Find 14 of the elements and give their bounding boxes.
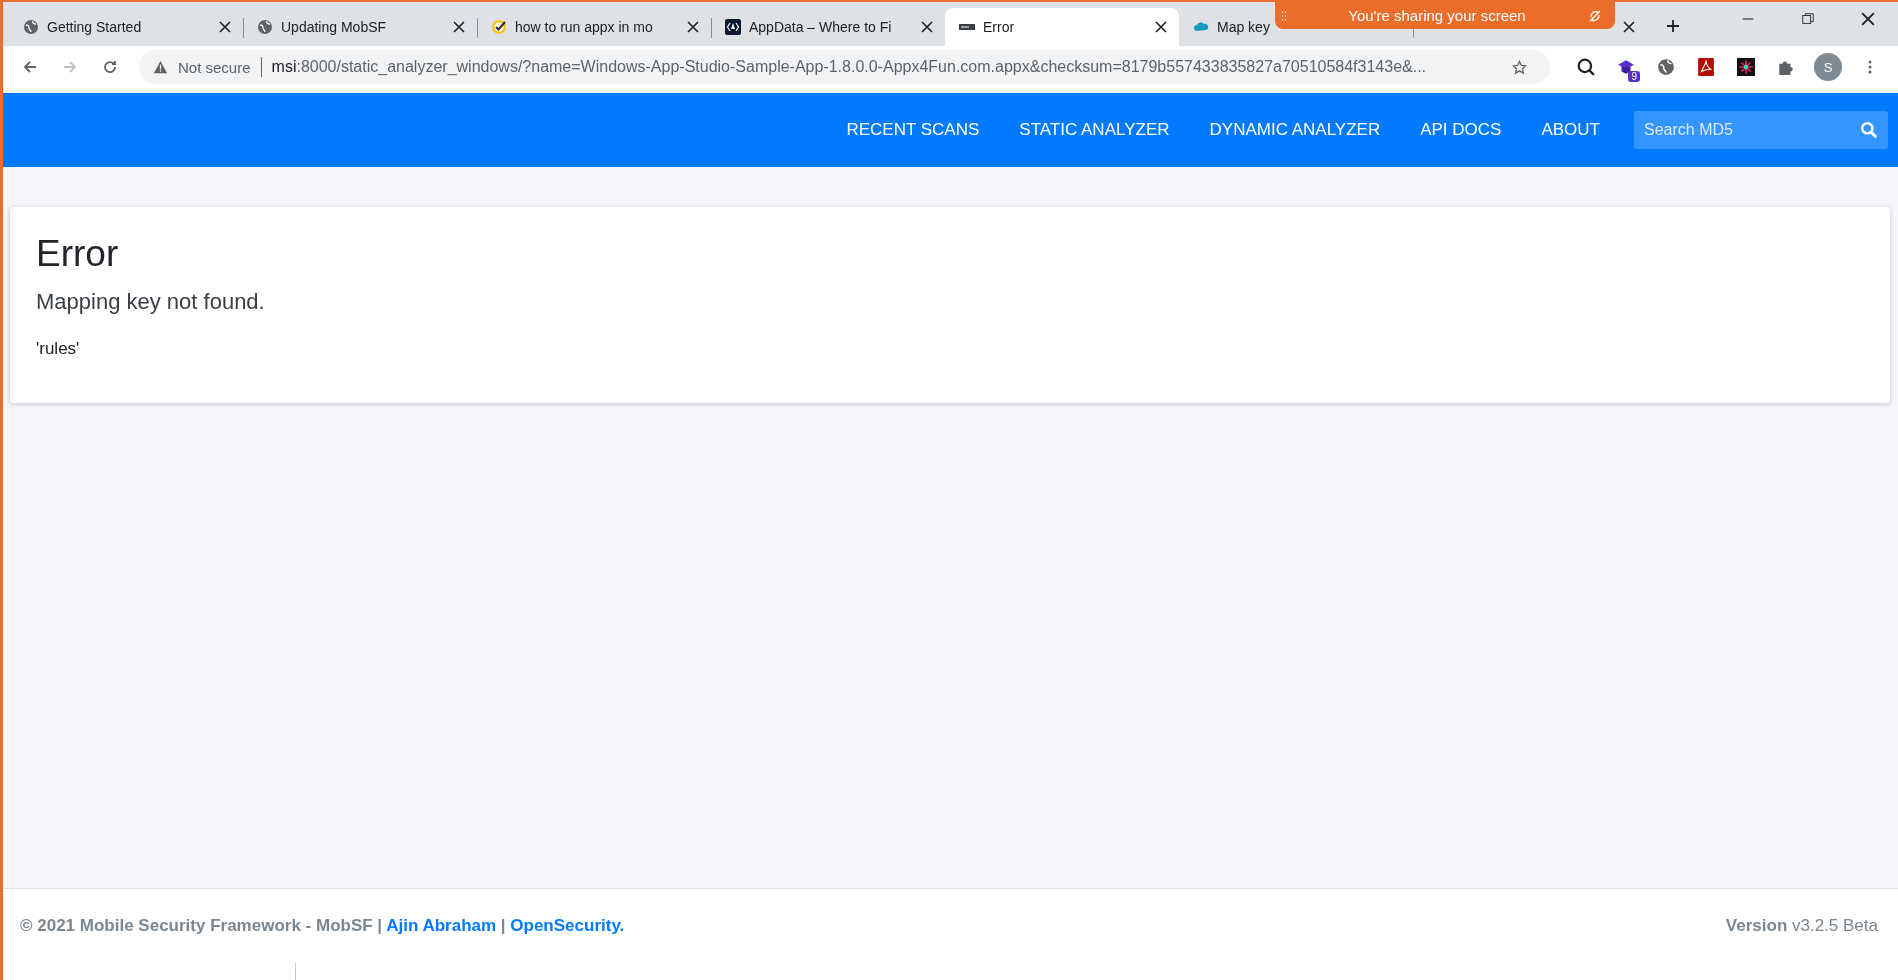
url-text: msi:8000/static_analyzer_windows/?name=Windows-App-Studio-Sample-App-1.8.0.0-Appx4Fun.com.appx&checksum=8179b557433835827a70510584f3143e&... [271, 58, 1428, 76]
version-text: Version v3.2.5 Beta [1725, 916, 1878, 936]
error-title: Error [36, 233, 120, 275]
copyright-text: © 2021 Mobile Security Framework - MobSF | Ajin Abraham | OpenSecurity. [20, 916, 625, 936]
error-detail: 'rules' [36, 339, 81, 359]
count-badge: 9 [1628, 71, 1640, 82]
tab-title: how to run appx in mo [515, 19, 654, 35]
error-message: Mapping key not found. [36, 289, 266, 315]
tab-title: Error [983, 19, 1016, 35]
tab-title: Updating MobSF [281, 19, 388, 35]
tab-title: AppData – Where to Fi [749, 19, 893, 35]
tab-title: Map key [1217, 19, 1271, 35]
sharing-text: You're sharing your screen [1348, 7, 1526, 24]
tab-title: Getting Started [47, 19, 143, 35]
